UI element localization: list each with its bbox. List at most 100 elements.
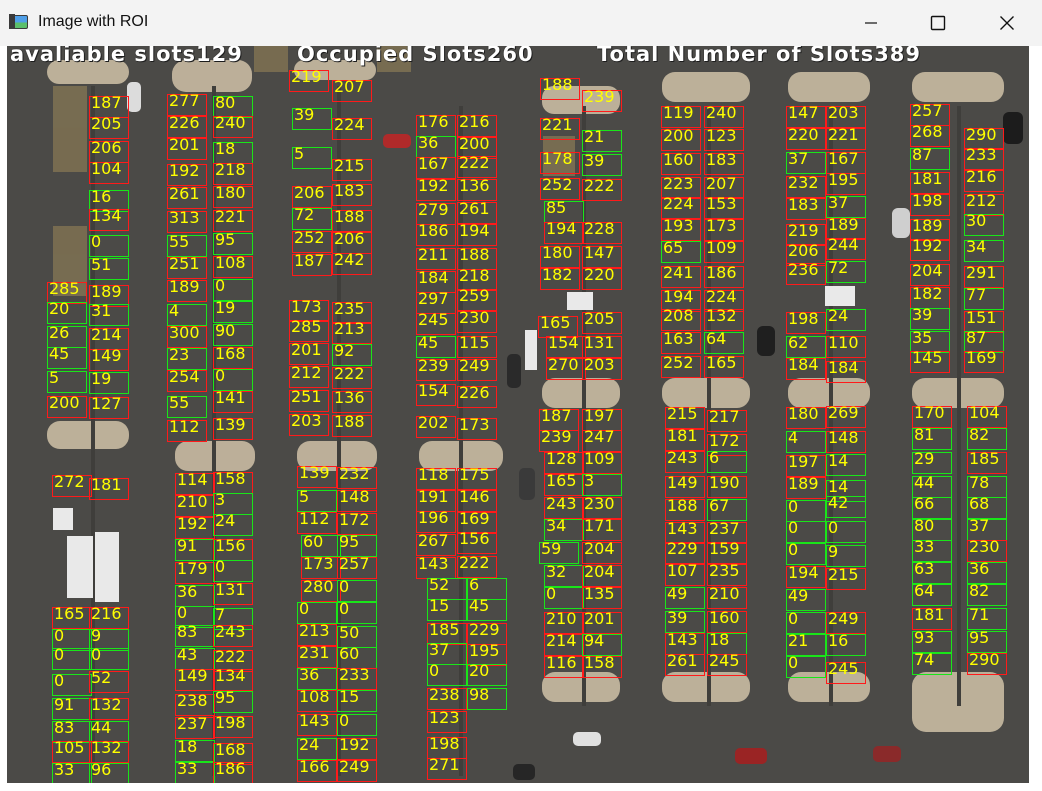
slot-label: 237 bbox=[709, 519, 740, 538]
slot-label: 173 bbox=[291, 297, 322, 316]
available-slot-box: 45 bbox=[416, 333, 456, 358]
occupied-slot-box: 249 bbox=[457, 356, 497, 381]
occupied-slot-box: 184 bbox=[786, 355, 826, 380]
slot-label: 0 bbox=[788, 518, 799, 537]
slot-label: 236 bbox=[788, 260, 819, 279]
maximize-icon bbox=[930, 15, 946, 31]
occupied-slot-box: 261 bbox=[167, 184, 207, 209]
slot-label: 36 bbox=[418, 133, 439, 152]
slot-label: 247 bbox=[584, 427, 615, 446]
occupied-slot-box: 198 bbox=[213, 713, 253, 738]
available-slot-box: 72 bbox=[826, 258, 866, 283]
slot-label: 168 bbox=[215, 740, 246, 759]
slot-label: 87 bbox=[912, 145, 933, 164]
slot-label: 277 bbox=[169, 91, 200, 110]
slot-label: 192 bbox=[169, 161, 200, 180]
slot-label: 279 bbox=[418, 200, 449, 219]
occupied-slot-box: 198 bbox=[910, 191, 950, 216]
slot-label: 45 bbox=[469, 596, 490, 615]
available-slot-box: 0 bbox=[52, 645, 92, 670]
available-slot-box: 34 bbox=[964, 237, 1004, 262]
available-slot-box: 39 bbox=[910, 305, 950, 330]
occupied-slot-box: 127 bbox=[89, 394, 129, 419]
close-icon bbox=[1000, 16, 1014, 30]
maximize-button[interactable] bbox=[903, 0, 973, 46]
slot-label: 200 bbox=[49, 393, 80, 412]
slot-label: 180 bbox=[542, 243, 573, 262]
available-slot-box: 6 bbox=[707, 448, 747, 473]
slot-label: 149 bbox=[667, 473, 698, 492]
slot-label: 146 bbox=[459, 487, 490, 506]
slot-label: 226 bbox=[169, 113, 200, 132]
available-slot-box: 0 bbox=[427, 661, 467, 686]
slot-label: 239 bbox=[418, 356, 449, 375]
slot-label: 187 bbox=[91, 93, 122, 112]
slot-label: 215 bbox=[828, 565, 859, 584]
occupied-slot-box: 132 bbox=[704, 306, 744, 331]
slot-label: 5 bbox=[49, 368, 60, 387]
slot-label: 207 bbox=[706, 174, 737, 193]
occupied-slot-box: 198 bbox=[786, 309, 826, 334]
slot-label: 203 bbox=[828, 103, 859, 122]
slot-label: 87 bbox=[966, 328, 987, 347]
slot-label: 220 bbox=[584, 265, 615, 284]
slot-label: 0 bbox=[91, 232, 102, 251]
occupied-slot-box: 119 bbox=[661, 103, 701, 128]
slot-label: 198 bbox=[788, 309, 819, 328]
available-slot-box: 31 bbox=[89, 301, 129, 326]
occupied-slot-box: 252 bbox=[292, 228, 332, 253]
available-slot-box: 37 bbox=[786, 149, 826, 174]
slot-label: 252 bbox=[542, 175, 573, 194]
slot-label: 217 bbox=[709, 407, 740, 426]
occupied-slot-box: 194 bbox=[457, 221, 497, 246]
slot-label: 104 bbox=[91, 159, 122, 178]
slot-label: 238 bbox=[177, 691, 208, 710]
slot-label: 0 bbox=[215, 276, 226, 295]
slot-label: 0 bbox=[177, 603, 188, 622]
slot-label: 172 bbox=[339, 510, 370, 529]
occupied-slot-box: 257 bbox=[337, 554, 377, 579]
available-slot-box: 83 bbox=[175, 622, 215, 647]
slot-label: 230 bbox=[969, 537, 1000, 556]
slot-label: 18 bbox=[709, 630, 730, 649]
available-slot-box: 59 bbox=[539, 539, 579, 564]
occupied-slot-box: 188 bbox=[540, 75, 580, 100]
slot-label: 143 bbox=[667, 519, 698, 538]
slot-label: 197 bbox=[788, 452, 819, 471]
title-bar[interactable]: Image with ROI bbox=[0, 0, 1042, 46]
minimize-button[interactable] bbox=[836, 0, 906, 46]
available-slot-box: 21 bbox=[582, 127, 622, 152]
available-slot-box: 72 bbox=[292, 205, 332, 230]
occupied-slot-box: 217 bbox=[707, 407, 747, 432]
slot-label: 66 bbox=[914, 494, 935, 513]
occupied-slot-box: 211 bbox=[416, 245, 456, 270]
available-slot-box: 33 bbox=[175, 759, 215, 783]
occupied-slot-box: 183 bbox=[786, 195, 826, 220]
slot-label: 26 bbox=[49, 323, 70, 342]
slot-label: 37 bbox=[429, 640, 450, 659]
slot-label: 4 bbox=[788, 428, 799, 447]
slot-label: 95 bbox=[215, 688, 236, 707]
slot-label: 24 bbox=[828, 306, 849, 325]
occupied-slot-box: 145 bbox=[910, 348, 950, 373]
occupied-slot-box: 183 bbox=[332, 181, 372, 206]
slot-label: 291 bbox=[966, 263, 997, 282]
slot-label: 178 bbox=[542, 149, 573, 168]
slot-label: 131 bbox=[584, 333, 615, 352]
slot-label: 280 bbox=[303, 577, 334, 596]
occupied-slot-box: 192 bbox=[416, 176, 456, 201]
slot-label: 15 bbox=[339, 687, 360, 706]
occupied-slot-box: 236 bbox=[786, 260, 826, 285]
close-button[interactable] bbox=[972, 0, 1042, 46]
occupied-slot-box: 165 bbox=[544, 471, 584, 496]
available-slot-box: 20 bbox=[47, 299, 87, 324]
slot-label: 173 bbox=[303, 554, 334, 573]
occupied-slot-box: 235 bbox=[707, 561, 747, 586]
occupied-slot-box: 185 bbox=[967, 449, 1007, 474]
slot-label: 206 bbox=[334, 229, 365, 248]
slot-label: 290 bbox=[966, 125, 997, 144]
available-slot-box: 39 bbox=[292, 105, 332, 130]
available-slot-box: 82 bbox=[967, 425, 1007, 450]
occupied-slot-box: 205 bbox=[89, 114, 129, 139]
slot-label: 249 bbox=[828, 609, 859, 628]
